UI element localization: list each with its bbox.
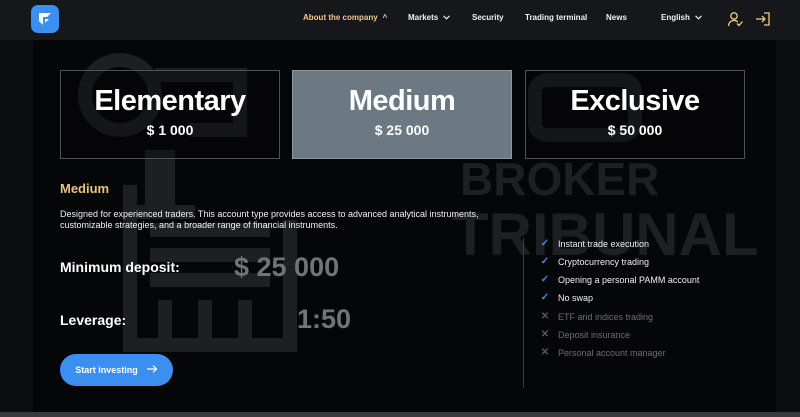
leverage-value: 1:50	[297, 304, 352, 334]
plan-description: Designed for experienced traders. This a…	[60, 209, 479, 230]
account-card-elementary[interactable]: Elementary $ 1 000	[60, 70, 280, 159]
nav-label: News	[606, 13, 627, 22]
nav-label: About the company	[303, 13, 378, 22]
feature-item: ✓ Cryptocurrency trading	[540, 256, 649, 267]
feature-item: ✕ Personal account manager	[540, 347, 666, 358]
check-icon: ✓	[540, 274, 550, 285]
sign-in-icon[interactable]	[754, 10, 772, 28]
button-label: Start investing	[75, 365, 138, 375]
nav-label: Markets	[408, 13, 439, 22]
check-icon: ✓	[540, 292, 550, 303]
nav-about-company[interactable]: About the company ^	[303, 13, 387, 22]
account-card-exclusive[interactable]: Exclusive $ 50 000	[525, 70, 745, 159]
features-divider	[523, 238, 524, 388]
feature-item: ✕ Deposit insurance	[540, 329, 630, 340]
feature-label: Personal account manager	[558, 347, 666, 358]
cross-icon: ✕	[540, 311, 550, 322]
nav-label: Security	[472, 13, 504, 22]
feature-item: ✓ Opening a personal PAMM account	[540, 274, 700, 285]
language-selector[interactable]: English	[661, 13, 702, 22]
account-price: $ 50 000	[607, 122, 663, 138]
feature-label: Cryptocurrency trading	[558, 256, 650, 267]
nav-markets[interactable]: Markets	[408, 13, 451, 22]
feature-item: ✓ Instant trade execution	[540, 238, 649, 249]
feature-label: Deposit insurance	[558, 329, 631, 340]
feature-label: No swap	[558, 292, 594, 303]
account-price: $ 1 000	[146, 122, 194, 138]
feature-label: Instant trade execution	[558, 238, 650, 249]
account-price: $ 25 000	[374, 122, 430, 138]
user-icon[interactable]	[726, 10, 744, 28]
nav-news[interactable]: News	[606, 13, 627, 22]
account-name: Medium	[348, 85, 456, 117]
start-investing-button[interactable]: Start investing	[60, 354, 173, 386]
top-nav-bar: About the company ^ Markets Security Tra…	[0, 0, 800, 40]
plan-title: Medium	[60, 181, 110, 196]
check-icon: ✓	[540, 238, 550, 249]
logo-icon[interactable]	[31, 5, 59, 33]
min-deposit-label: Minimum deposit:	[60, 259, 180, 275]
language-label: English	[661, 13, 690, 22]
feature-item: ✓ No swap	[540, 292, 593, 303]
account-card-medium[interactable]: Medium $ 25 000	[292, 70, 512, 159]
arrow-right-icon	[146, 364, 158, 376]
account-name: Elementary	[94, 85, 246, 117]
feature-label: Opening a personal PAMM account	[558, 274, 700, 285]
chevron-up-icon: ^	[382, 12, 388, 22]
page-bottom-edge	[0, 412, 800, 417]
cross-icon: ✕	[540, 329, 550, 340]
nav-trading-terminal[interactable]: Trading terminal	[525, 13, 587, 22]
chevron-down-icon	[443, 14, 451, 22]
nav-security[interactable]: Security	[472, 13, 504, 22]
feature-label: ETF and indices trading	[558, 311, 654, 322]
cross-icon: ✕	[540, 347, 550, 358]
chevron-down-icon	[695, 14, 702, 22]
account-name: Exclusive	[570, 85, 700, 117]
check-icon: ✓	[540, 256, 550, 267]
leverage-label: Leverage:	[60, 312, 127, 328]
feature-item: ✕ ETF and indices trading	[540, 311, 653, 322]
nav-label: Trading terminal	[525, 13, 588, 22]
min-deposit-value: $ 25 000	[234, 252, 340, 282]
